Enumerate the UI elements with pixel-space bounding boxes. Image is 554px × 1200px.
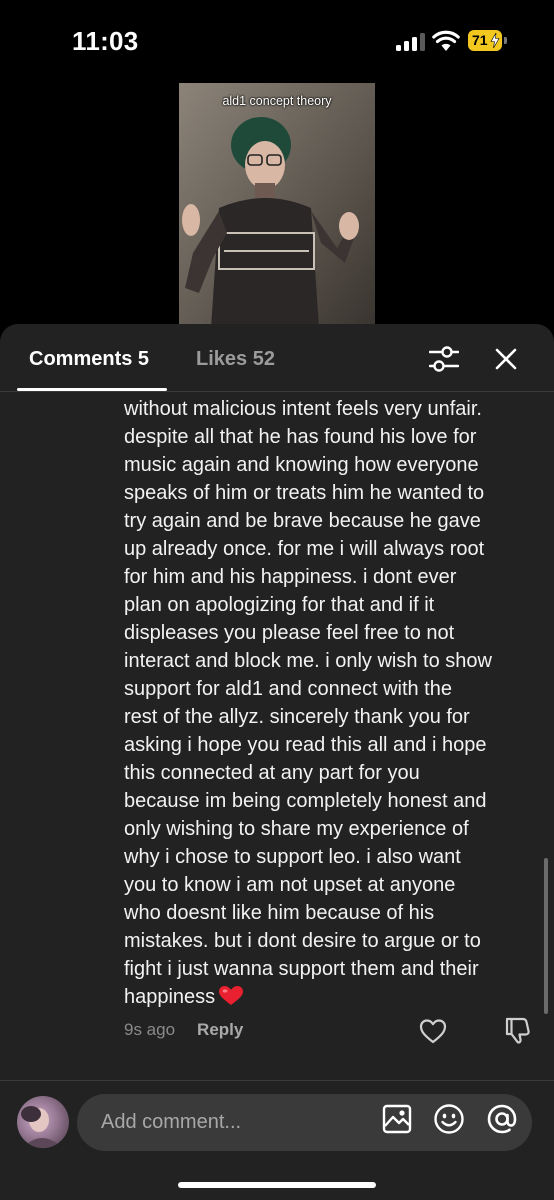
dislike-icon[interactable] — [503, 1016, 531, 1044]
comment-line: because im being completely honest and — [124, 790, 487, 812]
comment-line: support for ald1 and connect with the — [124, 678, 452, 700]
comment-line: rest of the allyz. sincerely thank you f… — [124, 706, 470, 728]
scrollbar[interactable] — [544, 858, 548, 1014]
battery-icon: 71 — [468, 30, 510, 52]
video-caption: ald1 concept theory — [222, 94, 332, 108]
panel-tabs: Comments 5 Likes 52 — [0, 324, 554, 392]
comment-line: only wishing to share my experience of — [124, 818, 469, 840]
comment-line: you to know i am not upset at anyone — [124, 874, 456, 896]
comment-line: despite all that he has found his love f… — [124, 426, 477, 448]
tiktok-comments-screen: 11:03 71 ald1 concept theory Comments 5 … — [0, 0, 554, 1200]
comment-timestamp: 9s ago — [124, 1020, 176, 1039]
avatar[interactable] — [17, 1096, 69, 1148]
comment-line: this connected at any part for you — [124, 762, 420, 784]
comment-line: why i chose to support leo. i also want — [124, 846, 461, 868]
comment-line: asking i hope you read this all and i ho… — [124, 734, 487, 756]
tab-comments[interactable]: Comments 5 — [29, 348, 149, 371]
charging-bolt-icon — [490, 33, 500, 48]
comment-text: without malicious intent feels very unfa… — [124, 395, 544, 1011]
red-heart-emoji — [219, 986, 244, 1005]
comment-line: happiness — [124, 986, 216, 1008]
reply-button[interactable]: Reply — [197, 1020, 243, 1039]
wifi-icon — [432, 30, 460, 51]
comments-panel: Comments 5 Likes 52 without malicious in… — [0, 324, 554, 1200]
comment-line: plan on apologizing for that and if it — [124, 594, 435, 616]
comment-line: up already once. for me i will always ro… — [124, 538, 485, 560]
video-person-image — [179, 83, 375, 328]
home-indicator[interactable] — [178, 1182, 376, 1188]
comment-line: who doesnt like him because of his — [124, 902, 435, 924]
comment-line: try again and be brave because he gave — [124, 510, 481, 532]
comment-meta: 9s ago Reply — [124, 1020, 243, 1040]
comment-line: speaks of him or treats him he wanted to — [124, 482, 485, 504]
comment-line: displeases you please feel free to not — [124, 622, 455, 644]
image-icon[interactable] — [382, 1104, 412, 1134]
emoji-icon[interactable] — [433, 1103, 465, 1135]
comment-line: interact and block me. i only wish to sh… — [124, 650, 492, 672]
video-preview[interactable]: ald1 concept theory — [179, 83, 375, 328]
heart-icon[interactable] — [419, 1018, 447, 1044]
comment-line: mistakes. but i dont desire to argue or … — [124, 930, 481, 952]
comment-line: for him and his happiness. i dont ever — [124, 566, 457, 588]
signal-icon — [396, 33, 425, 51]
filter-icon[interactable] — [429, 346, 459, 372]
active-tab-indicator — [17, 388, 167, 391]
status-bar: 11:03 71 — [0, 0, 554, 80]
status-time: 11:03 — [72, 26, 139, 56]
mention-icon[interactable] — [486, 1103, 518, 1135]
avatar-image — [21, 1106, 63, 1148]
comment-input-placeholder: Add comment... — [101, 1111, 242, 1133]
comment-line: fight i just wanna support them and thei… — [124, 958, 479, 980]
tab-likes[interactable]: Likes 52 — [196, 348, 275, 371]
comment-line: without malicious intent feels very unfa… — [124, 398, 482, 420]
close-icon[interactable] — [493, 346, 519, 372]
battery-cap — [504, 37, 507, 44]
comment-line: music again and knowing how everyone — [124, 454, 479, 476]
comment-line-last: happiness — [124, 983, 544, 1011]
